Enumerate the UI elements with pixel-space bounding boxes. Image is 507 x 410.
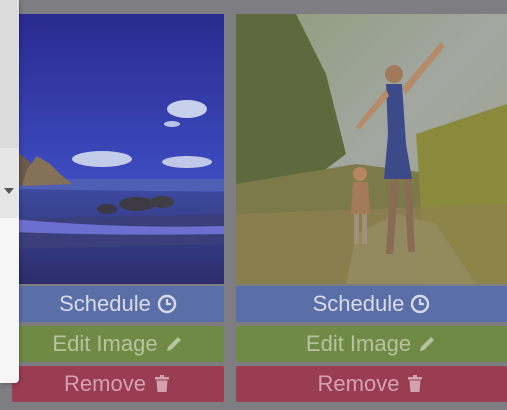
clock-icon bbox=[410, 294, 430, 314]
pencil-icon bbox=[164, 334, 184, 354]
panel-dropdown[interactable] bbox=[0, 148, 19, 218]
image-card-2: Schedule Edit Image Remove bbox=[236, 14, 507, 402]
image-thumbnail-1[interactable] bbox=[12, 14, 224, 284]
remove-button-2[interactable]: Remove bbox=[236, 366, 507, 402]
image-thumbnail-2[interactable] bbox=[236, 14, 507, 284]
beach-image bbox=[12, 14, 224, 284]
schedule-label: Schedule bbox=[59, 291, 151, 316]
clock-icon bbox=[157, 294, 177, 314]
trash-icon bbox=[152, 374, 172, 394]
image-card-1: Schedule Edit Image Remove bbox=[12, 14, 224, 402]
remove-label: Remove bbox=[317, 371, 400, 396]
schedule-button-1[interactable]: Schedule bbox=[12, 286, 224, 322]
schedule-button-2[interactable]: Schedule bbox=[236, 286, 507, 322]
pencil-icon bbox=[417, 334, 437, 354]
remove-button-1[interactable]: Remove bbox=[12, 366, 224, 402]
schedule-label: Schedule bbox=[312, 291, 405, 316]
page-top-bar bbox=[0, 0, 507, 10]
edit-image-button-1[interactable]: Edit Image bbox=[12, 326, 224, 362]
edit-image-button-2[interactable]: Edit Image bbox=[236, 326, 507, 362]
trash-icon bbox=[405, 374, 425, 394]
edit-label: Edit Image bbox=[52, 331, 158, 356]
caret-down-icon[interactable] bbox=[4, 188, 14, 194]
side-popup-panel bbox=[0, 0, 19, 383]
edit-label: Edit Image bbox=[305, 331, 412, 356]
panel-header-area bbox=[0, 0, 19, 148]
remove-label: Remove bbox=[64, 371, 146, 396]
meadow-image bbox=[236, 14, 507, 284]
